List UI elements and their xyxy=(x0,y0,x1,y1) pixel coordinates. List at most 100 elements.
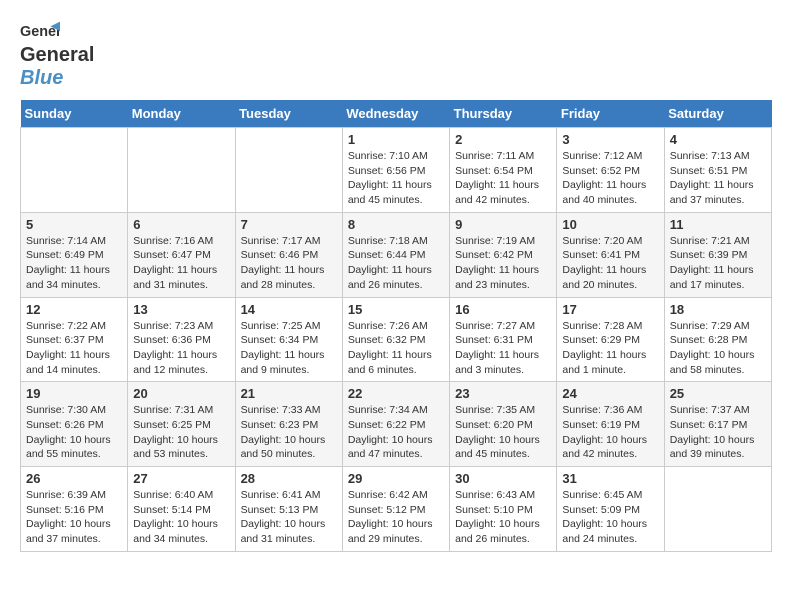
day-info: Sunrise: 7:27 AM Sunset: 6:31 PM Dayligh… xyxy=(455,319,551,378)
day-info: Sunrise: 7:23 AM Sunset: 6:36 PM Dayligh… xyxy=(133,319,229,378)
calendar-cell: 3 Sunrise: 7:12 AM Sunset: 6:52 PM Daylig… xyxy=(557,128,664,213)
day-info: Sunrise: 7:28 AM Sunset: 6:29 PM Dayligh… xyxy=(562,319,658,378)
calendar-cell: 22 Sunrise: 7:34 AM Sunset: 6:22 PM Dayli… xyxy=(342,382,449,467)
day-number: 11 xyxy=(670,217,766,232)
calendar-cell: 28 Sunrise: 6:41 AM Sunset: 5:13 PM Dayli… xyxy=(235,467,342,552)
day-info: Sunrise: 6:39 AM Sunset: 5:16 PM Dayligh… xyxy=(26,488,122,547)
calendar-cell: 24 Sunrise: 7:36 AM Sunset: 6:19 PM Dayli… xyxy=(557,382,664,467)
day-number: 13 xyxy=(133,302,229,317)
calendar-row-4: 26 Sunrise: 6:39 AM Sunset: 5:16 PM Dayli… xyxy=(21,467,772,552)
day-info: Sunrise: 7:36 AM Sunset: 6:19 PM Dayligh… xyxy=(562,403,658,462)
day-number: 9 xyxy=(455,217,551,232)
day-number: 12 xyxy=(26,302,122,317)
day-number: 5 xyxy=(26,217,122,232)
day-info: Sunrise: 7:12 AM Sunset: 6:52 PM Dayligh… xyxy=(562,149,658,208)
weekday-header-sunday: Sunday xyxy=(21,100,128,128)
day-number: 18 xyxy=(670,302,766,317)
calendar-cell: 29 Sunrise: 6:42 AM Sunset: 5:12 PM Dayli… xyxy=(342,467,449,552)
day-number: 26 xyxy=(26,471,122,486)
calendar-row-1: 5Sunrise: 7:14 AM Sunset: 6:49 PM Daylig… xyxy=(21,212,772,297)
day-number: 20 xyxy=(133,386,229,401)
day-number: 3 xyxy=(562,132,658,147)
day-info: Sunrise: 7:22 AM Sunset: 6:37 PM Dayligh… xyxy=(26,319,122,378)
day-number: 23 xyxy=(455,386,551,401)
day-info: Sunrise: 7:37 AM Sunset: 6:17 PM Dayligh… xyxy=(670,403,766,462)
day-number: 31 xyxy=(562,471,658,486)
day-number: 19 xyxy=(26,386,122,401)
calendar-cell: 18 Sunrise: 7:29 AM Sunset: 6:28 PM Dayli… xyxy=(664,297,771,382)
day-info: Sunrise: 7:19 AM Sunset: 6:42 PM Dayligh… xyxy=(455,234,551,293)
day-number: 30 xyxy=(455,471,551,486)
day-info: Sunrise: 6:41 AM Sunset: 5:13 PM Dayligh… xyxy=(241,488,337,547)
day-info: Sunrise: 7:33 AM Sunset: 6:23 PM Dayligh… xyxy=(241,403,337,462)
weekday-header-tuesday: Tuesday xyxy=(235,100,342,128)
day-number: 14 xyxy=(241,302,337,317)
calendar-cell: 14Sunrise: 7:25 AM Sunset: 6:34 PM Dayli… xyxy=(235,297,342,382)
day-info: Sunrise: 7:26 AM Sunset: 6:32 PM Dayligh… xyxy=(348,319,444,378)
day-number: 17 xyxy=(562,302,658,317)
day-number: 1 xyxy=(348,132,444,147)
weekday-header-friday: Friday xyxy=(557,100,664,128)
weekday-header-monday: Monday xyxy=(128,100,235,128)
calendar-cell: 6 Sunrise: 7:16 AM Sunset: 6:47 PM Daylig… xyxy=(128,212,235,297)
calendar-cell: 17 Sunrise: 7:28 AM Sunset: 6:29 PM Dayli… xyxy=(557,297,664,382)
day-number: 6 xyxy=(133,217,229,232)
weekday-header-row: SundayMondayTuesdayWednesdayThursdayFrid… xyxy=(21,100,772,128)
logo: General General Blue xyxy=(20,20,94,90)
calendar-cell xyxy=(21,128,128,213)
calendar-cell: 15Sunrise: 7:26 AM Sunset: 6:32 PM Dayli… xyxy=(342,297,449,382)
day-info: Sunrise: 7:11 AM Sunset: 6:54 PM Dayligh… xyxy=(455,149,551,208)
day-info: Sunrise: 7:20 AM Sunset: 6:41 PM Dayligh… xyxy=(562,234,658,293)
day-number: 27 xyxy=(133,471,229,486)
calendar-cell xyxy=(128,128,235,213)
calendar-cell: 10 Sunrise: 7:20 AM Sunset: 6:41 PM Dayli… xyxy=(557,212,664,297)
calendar-cell: 27 Sunrise: 6:40 AM Sunset: 5:14 PM Dayli… xyxy=(128,467,235,552)
day-info: Sunrise: 7:18 AM Sunset: 6:44 PM Dayligh… xyxy=(348,234,444,293)
day-number: 10 xyxy=(562,217,658,232)
calendar-cell: 31 Sunrise: 6:45 AM Sunset: 5:09 PM Dayli… xyxy=(557,467,664,552)
day-number: 28 xyxy=(241,471,337,486)
day-number: 21 xyxy=(241,386,337,401)
calendar-cell: 11 Sunrise: 7:21 AM Sunset: 6:39 PM Dayli… xyxy=(664,212,771,297)
day-info: Sunrise: 6:45 AM Sunset: 5:09 PM Dayligh… xyxy=(562,488,658,547)
day-number: 24 xyxy=(562,386,658,401)
calendar-row-3: 19 Sunrise: 7:30 AM Sunset: 6:26 PM Dayli… xyxy=(21,382,772,467)
day-info: Sunrise: 7:34 AM Sunset: 6:22 PM Dayligh… xyxy=(348,403,444,462)
day-number: 16 xyxy=(455,302,551,317)
calendar-row-0: 1 Sunrise: 7:10 AM Sunset: 6:56 PM Daylig… xyxy=(21,128,772,213)
calendar-cell: 4Sunrise: 7:13 AM Sunset: 6:51 PM Daylig… xyxy=(664,128,771,213)
page-header: General General Blue xyxy=(20,20,772,90)
logo-blue: Blue xyxy=(20,67,63,89)
calendar-cell: 8Sunrise: 7:18 AM Sunset: 6:44 PM Daylig… xyxy=(342,212,449,297)
calendar-cell: 2Sunrise: 7:11 AM Sunset: 6:54 PM Daylig… xyxy=(450,128,557,213)
calendar-cell: 23 Sunrise: 7:35 AM Sunset: 6:20 PM Dayli… xyxy=(450,382,557,467)
calendar-cell: 21 Sunrise: 7:33 AM Sunset: 6:23 PM Dayli… xyxy=(235,382,342,467)
day-number: 22 xyxy=(348,386,444,401)
day-number: 29 xyxy=(348,471,444,486)
calendar-cell: 5Sunrise: 7:14 AM Sunset: 6:49 PM Daylig… xyxy=(21,212,128,297)
calendar-cell: 20Sunrise: 7:31 AM Sunset: 6:25 PM Dayli… xyxy=(128,382,235,467)
day-info: Sunrise: 7:30 AM Sunset: 6:26 PM Dayligh… xyxy=(26,403,122,462)
calendar-row-2: 12 Sunrise: 7:22 AM Sunset: 6:37 PM Dayli… xyxy=(21,297,772,382)
day-info: Sunrise: 7:17 AM Sunset: 6:46 PM Dayligh… xyxy=(241,234,337,293)
day-info: Sunrise: 7:16 AM Sunset: 6:47 PM Dayligh… xyxy=(133,234,229,293)
day-info: Sunrise: 7:35 AM Sunset: 6:20 PM Dayligh… xyxy=(455,403,551,462)
day-info: Sunrise: 7:10 AM Sunset: 6:56 PM Dayligh… xyxy=(348,149,444,208)
logo-general: General xyxy=(20,44,94,66)
day-info: Sunrise: 7:21 AM Sunset: 6:39 PM Dayligh… xyxy=(670,234,766,293)
weekday-header-thursday: Thursday xyxy=(450,100,557,128)
calendar-cell: 9 Sunrise: 7:19 AM Sunset: 6:42 PM Daylig… xyxy=(450,212,557,297)
calendar-cell xyxy=(664,467,771,552)
day-info: Sunrise: 6:40 AM Sunset: 5:14 PM Dayligh… xyxy=(133,488,229,547)
day-info: Sunrise: 6:42 AM Sunset: 5:12 PM Dayligh… xyxy=(348,488,444,547)
day-info: Sunrise: 6:43 AM Sunset: 5:10 PM Dayligh… xyxy=(455,488,551,547)
calendar-cell: 26 Sunrise: 6:39 AM Sunset: 5:16 PM Dayli… xyxy=(21,467,128,552)
calendar-cell: 1 Sunrise: 7:10 AM Sunset: 6:56 PM Daylig… xyxy=(342,128,449,213)
calendar-cell xyxy=(235,128,342,213)
day-number: 7 xyxy=(241,217,337,232)
day-number: 25 xyxy=(670,386,766,401)
calendar-cell: 16 Sunrise: 7:27 AM Sunset: 6:31 PM Dayli… xyxy=(450,297,557,382)
calendar-cell: 13 Sunrise: 7:23 AM Sunset: 6:36 PM Dayli… xyxy=(128,297,235,382)
day-info: Sunrise: 7:29 AM Sunset: 6:28 PM Dayligh… xyxy=(670,319,766,378)
calendar-cell: 25 Sunrise: 7:37 AM Sunset: 6:17 PM Dayli… xyxy=(664,382,771,467)
